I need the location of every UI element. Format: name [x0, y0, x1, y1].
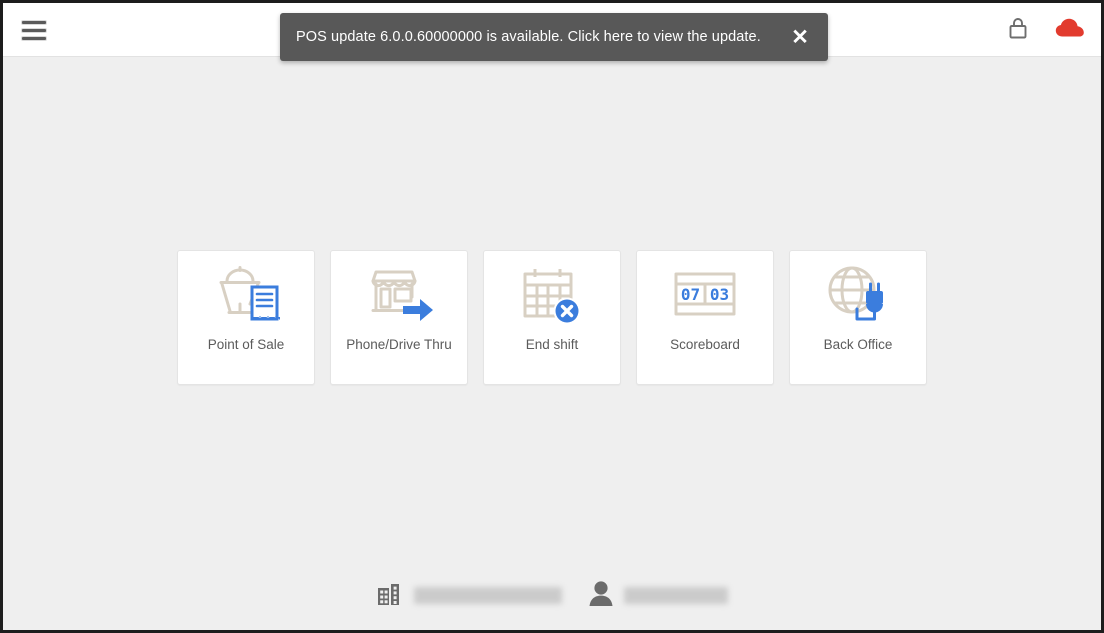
pos-home-screen: POS update 6.0.0.60000000 is available. …: [0, 0, 1104, 633]
storefront-arrow-icon: [331, 251, 467, 331]
hamburger-menu-icon[interactable]: [15, 13, 53, 47]
header-status-icons: [1003, 12, 1085, 44]
footer-status-bar: [3, 579, 1101, 612]
calendar-cancel-icon: [484, 251, 620, 331]
tile-label: Scoreboard: [670, 337, 740, 352]
food-tray-receipt-icon: [178, 251, 314, 331]
tile-phone-drive-thru[interactable]: Phone/Drive Thru: [330, 250, 468, 385]
cloud-offline-icon[interactable]: [1055, 12, 1085, 44]
tile-label: Back Office: [823, 337, 893, 352]
user-info: [588, 579, 728, 612]
store-name-redacted: [414, 587, 562, 604]
user-name-redacted: [624, 587, 728, 604]
scoreboard-right-digits: 03: [710, 285, 729, 304]
close-icon[interactable]: ✕: [778, 15, 822, 59]
store-info: [376, 579, 562, 612]
tile-label: Phone/Drive Thru: [346, 337, 452, 352]
tile-scoreboard[interactable]: 07 03 Scoreboard: [636, 250, 774, 385]
scoreboard-left-digits: 07: [681, 285, 700, 304]
globe-plug-icon: [790, 251, 926, 331]
tile-label: End shift: [525, 337, 579, 352]
scoreboard-icon: 07 03: [637, 251, 773, 331]
tile-point-of-sale[interactable]: Point of Sale: [177, 250, 315, 385]
snackbar-message[interactable]: POS update 6.0.0.60000000 is available. …: [296, 29, 778, 45]
lock-icon[interactable]: [1003, 12, 1033, 44]
update-snackbar[interactable]: POS update 6.0.0.60000000 is available. …: [280, 13, 828, 61]
tile-end-shift[interactable]: End shift: [483, 250, 621, 385]
home-tile-row: Point of Sale Phone/Drive Thru End shift…: [3, 250, 1101, 385]
building-icon: [376, 579, 404, 612]
menu-bar-1: [22, 20, 46, 24]
menu-bar-3: [22, 36, 46, 40]
menu-bar-2: [22, 28, 46, 32]
tile-back-office[interactable]: Back Office: [789, 250, 927, 385]
tile-label: Point of Sale: [207, 337, 285, 352]
person-icon: [588, 579, 614, 612]
